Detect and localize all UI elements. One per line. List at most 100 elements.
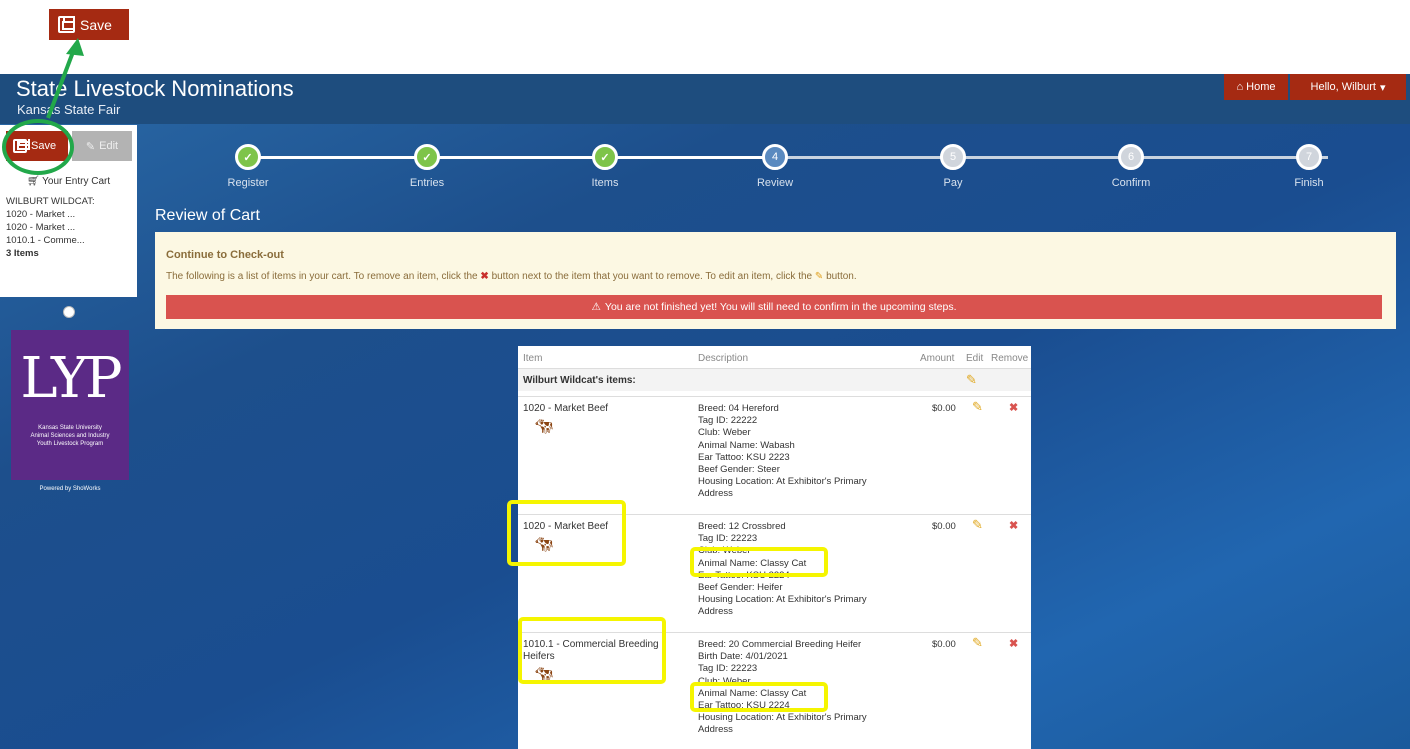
desc-line: Housing Location: At Exhibitor's Primary	[698, 712, 867, 724]
sidebar-toggle[interactable]	[63, 306, 75, 318]
pencil-icon: ✎	[814, 271, 824, 282]
page-title: Review of Cart	[155, 207, 260, 224]
column-header-remove: Remove	[991, 353, 1029, 364]
step-items-label: Items	[591, 177, 619, 189]
annotation-save-button[interactable]: Save	[49, 9, 129, 40]
user-menu-label: Hello, Wilburt	[1310, 81, 1376, 93]
column-header-description: Description	[698, 353, 749, 364]
step-pay-label: Pay	[943, 177, 963, 189]
user-menu-button[interactable]: Hello, Wilburt ▾	[1290, 74, 1406, 100]
cart-item-count: 3 Items	[6, 248, 39, 259]
step-confirm-marker: 6	[1118, 144, 1144, 170]
table-row: 1020 - Market Beef 🐄︎ Breed: 04 Hereford…	[518, 396, 1031, 514]
step-items-marker: ✓	[592, 144, 618, 170]
group-heading-label: Wilburt Wildcat's items:	[523, 375, 636, 386]
green-highlight-ring	[2, 119, 74, 175]
desc-line: Breed: 20 Commercial Breeding Heifer	[698, 639, 862, 650]
step-confirm-label: Confirm	[1111, 177, 1151, 189]
item-name: 1020 - Market Beef	[523, 403, 609, 414]
alert-heading: Continue to Check-out	[166, 249, 284, 261]
yellow-highlight-animal-name	[690, 682, 828, 712]
cart-summary-item: 1010.1 - Comme...	[6, 235, 85, 246]
step-entries-label: Entries	[409, 177, 445, 189]
step-entries-marker: ✓	[414, 144, 440, 170]
shopping-cart-icon: 🛒︎	[26, 176, 40, 187]
yellow-highlight-item	[518, 617, 666, 684]
column-header-edit: Edit	[966, 353, 984, 364]
lyp-logo: LYP Kansas State University Animal Scien…	[11, 330, 129, 480]
desc-line: Beef Gender: Heifer	[698, 582, 783, 594]
step-connector-pending	[775, 156, 948, 159]
edit-all-pencil-icon[interactable]: ✎	[966, 372, 977, 388]
desc-line: Breed: 04 Hereford	[698, 403, 779, 414]
column-header-item: Item	[523, 353, 543, 364]
description-cell: Breed: 04 Hereford Tag ID: 22222 Club: W…	[698, 403, 898, 501]
step-review-marker: 4	[762, 144, 788, 170]
amount-cell: $0.00	[932, 521, 956, 532]
column-header-amount: Amount	[920, 353, 955, 364]
remove-x-icon[interactable]: ✖	[1009, 401, 1018, 414]
edit-pencil-icon[interactable]: ✎	[972, 517, 983, 533]
entry-cart-link[interactable]: 🛒︎ Your Entry Cart	[0, 176, 137, 187]
step-pay-marker: 5	[940, 144, 966, 170]
top-navbar: State Livestock Nominations Kansas State…	[0, 74, 1410, 124]
desc-line: Beef Gender: Steer	[698, 464, 780, 476]
cart-summary-item: 1020 - Market ...	[6, 222, 76, 233]
step-finish-label: Finish	[1294, 177, 1324, 189]
amount-cell: $0.00	[932, 403, 956, 414]
remove-x-icon[interactable]: ✖	[1009, 519, 1018, 532]
desc-line: Birth Date: 4/01/2021	[698, 651, 788, 663]
powered-by: Powered by ShoWorks	[39, 486, 101, 492]
lyp-logo-text: Kansas State University Animal Sciences …	[11, 424, 129, 448]
pencil-icon: ✎	[85, 140, 96, 153]
yellow-highlight-animal-name	[690, 547, 828, 577]
chevron-down-icon: ▾	[1379, 81, 1386, 94]
desc-line: Tag ID: 22222	[698, 415, 758, 427]
yellow-highlight-item	[507, 500, 626, 566]
app-subtitle: Kansas State Fair	[17, 102, 121, 117]
home-icon: ⌂	[1236, 81, 1244, 93]
desc-line: Tag ID: 22223	[698, 533, 758, 545]
cart-summary-item: 1020 - Market ...	[6, 209, 76, 220]
desc-line: Ear Tattoo: KSU 2223	[698, 451, 790, 463]
home-button[interactable]: ⌂ Home	[1224, 74, 1288, 100]
not-finished-warning: ⚠ You are not finished yet! You will sti…	[166, 295, 1382, 319]
edit-pencil-icon[interactable]: ✎	[972, 399, 983, 415]
logo-line: Youth Livestock Program	[36, 441, 104, 447]
edit-pencil-icon[interactable]: ✎	[972, 635, 983, 651]
entry-cart-label: Your Entry Cart	[42, 176, 111, 187]
app-title: State Livestock Nominations	[16, 76, 294, 101]
desc-line: Breed: 12 Crossbred	[698, 521, 786, 532]
desc-line: Housing Location: At Exhibitor's Primary	[698, 594, 867, 606]
desc-line: Address	[698, 724, 733, 736]
app-window: State Livestock Nominations Kansas State…	[0, 74, 1410, 749]
floppy-disk-icon	[58, 16, 75, 33]
desc-line: Address	[698, 606, 733, 618]
desc-line: Address	[698, 488, 733, 500]
annotation-save-label: Save	[80, 16, 112, 33]
cart-summary-list: WILBURT WILDCAT: 1020 - Market ... 1020 …	[6, 195, 95, 260]
alert-text-part: button next to the item that you want to…	[491, 271, 813, 282]
step-register-marker: ✓	[235, 144, 261, 170]
step-finish-marker: 7	[1296, 144, 1322, 170]
amount-cell: $0.00	[932, 639, 956, 650]
desc-line: Animal Name: Wabash	[698, 439, 795, 451]
home-label: Home	[1246, 81, 1276, 93]
checkout-alert: Continue to Check-out The following is a…	[155, 232, 1396, 329]
warning-triangle-icon: ⚠	[591, 301, 601, 313]
step-register-label: Register	[227, 177, 269, 189]
alert-text-part: The following is a list of items in your…	[166, 271, 478, 282]
group-heading: Wilburt Wildcat's items:	[518, 368, 1031, 391]
logo-line: Kansas State University	[38, 425, 102, 431]
cow-icon: 🐄︎	[535, 418, 553, 434]
logo-line: Animal Sciences and Industry	[30, 433, 110, 439]
cart-owner: WILBURT WILDCAT:	[6, 196, 95, 207]
desc-line: Housing Location: At Exhibitor's Primary	[698, 476, 867, 488]
item-cell: 1020 - Market Beef 🐄︎	[523, 403, 663, 433]
remove-x-icon[interactable]: ✖	[1009, 637, 1018, 650]
sidebar-edit-button[interactable]: ✎ Edit	[72, 131, 132, 161]
alert-instructions: The following is a list of items in your…	[166, 271, 857, 282]
step-review-label: Review	[756, 177, 794, 189]
alert-text-part: button.	[826, 271, 857, 282]
sidebar-edit-label: Edit	[99, 140, 119, 152]
